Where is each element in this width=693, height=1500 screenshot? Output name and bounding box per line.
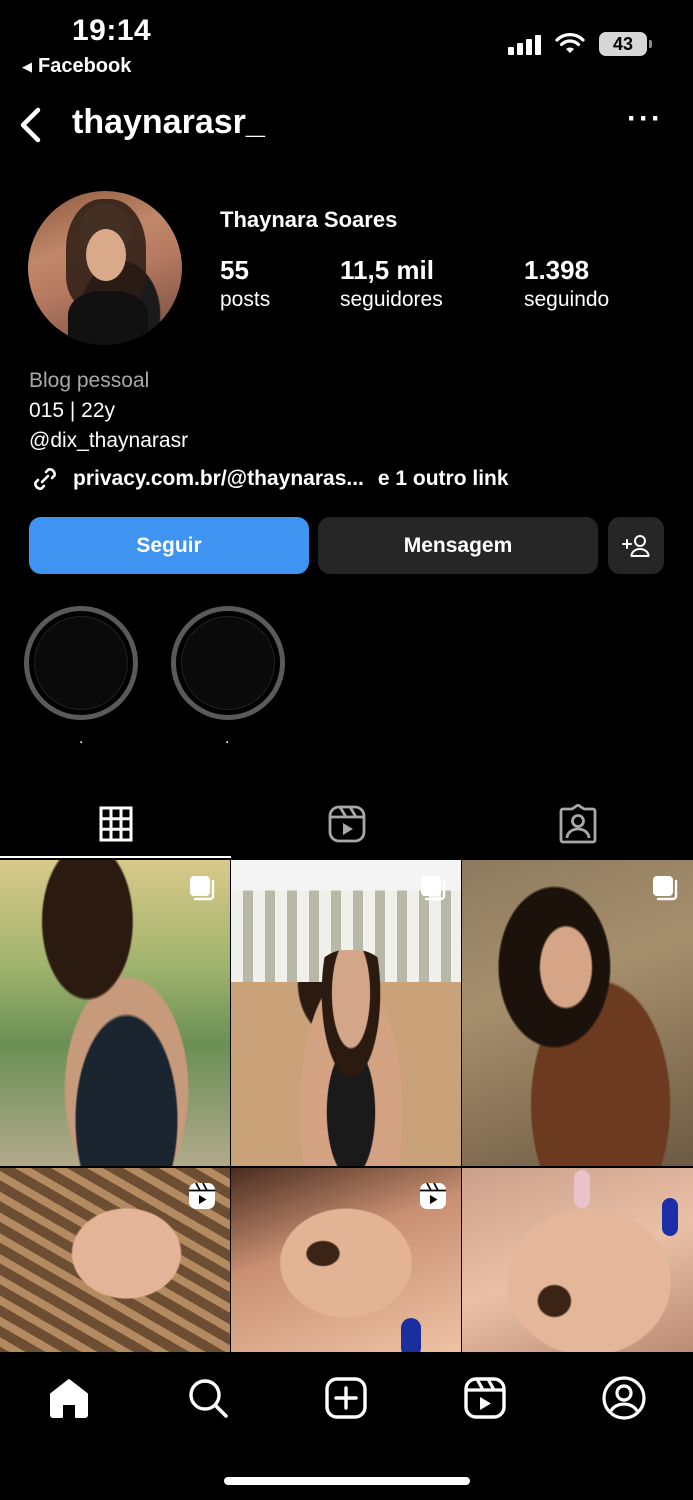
wifi-icon (555, 33, 585, 53)
more-options-icon[interactable]: ··· (627, 104, 663, 134)
posts-count-label: posts (220, 288, 271, 311)
search-icon (189, 1379, 228, 1418)
back-app-label: Facebook (38, 55, 132, 77)
tab-tagged[interactable] (462, 790, 693, 858)
status-bar: 19:14 ◀ Facebook 43 (0, 0, 693, 90)
link-icon (34, 468, 56, 490)
profile-link-row[interactable]: privacy.com.br/@thaynaras... e 1 outro l… (29, 463, 509, 495)
following-count[interactable]: 1.398 seguindo (524, 255, 609, 312)
profile-category: Blog pessoal (29, 369, 150, 392)
home-indicator[interactable] (224, 1477, 470, 1485)
message-button[interactable]: Mensagem (318, 517, 598, 574)
post-thumbnail[interactable] (231, 860, 461, 1166)
reel-icon (420, 1182, 446, 1209)
back-arrow-icon[interactable] (14, 105, 48, 145)
cellular-signal-icon (508, 33, 541, 55)
create-icon (325, 1377, 367, 1419)
profile-bio: Blog pessoal 015 | 22y @dix_thaynarasr (29, 366, 188, 456)
story-highlight[interactable] (171, 606, 285, 720)
carousel-icon (190, 876, 215, 901)
add-person-icon (622, 534, 650, 557)
posts-count[interactable]: 55 posts (220, 255, 340, 312)
story-highlight-label: . (79, 730, 84, 747)
following-count-value: 1.398 (524, 255, 590, 285)
profile-link-url[interactable]: privacy.com.br/@thaynaras... (73, 467, 364, 491)
back-triangle-icon: ◀ (22, 58, 32, 74)
followers-count-value: 11,5 mil (340, 255, 434, 285)
status-icons: 43 (508, 32, 652, 56)
home-icon (50, 1379, 88, 1418)
nav-profile[interactable] (600, 1374, 648, 1422)
profile-display-name: Thaynara Soares (220, 207, 398, 232)
more-links-label[interactable]: e 1 outro link (378, 467, 509, 491)
bio-mention-link[interactable]: @dix_thaynarasr (29, 426, 188, 456)
nav-home[interactable] (45, 1374, 93, 1422)
profile-username: thaynarasr_ (72, 103, 265, 141)
tagged-user-icon (559, 804, 596, 844)
posts-grid (0, 860, 693, 1358)
post-thumbnail[interactable] (0, 1168, 230, 1358)
profile-icon (602, 1376, 646, 1420)
reel-icon (189, 1182, 215, 1209)
post-thumbnail[interactable] (231, 1168, 461, 1358)
profile-tabs (0, 790, 693, 858)
tab-reels[interactable] (231, 790, 462, 858)
story-highlight-label: . (225, 730, 230, 747)
story-highlight[interactable] (24, 606, 138, 720)
posts-count-value: 55 (220, 255, 249, 285)
following-count-label: seguindo (524, 288, 610, 311)
nav-search[interactable] (184, 1374, 232, 1422)
carousel-icon (421, 876, 446, 901)
profile-stats: 55 posts 11,5 mil seguidores 1.398 segui… (220, 255, 609, 312)
nav-create[interactable] (322, 1374, 370, 1422)
nav-reels[interactable] (461, 1374, 509, 1422)
post-thumbnail[interactable] (0, 860, 230, 1166)
follow-button[interactable]: Seguir (29, 517, 309, 574)
reels-icon (328, 805, 365, 843)
battery-indicator: 43 (599, 32, 652, 56)
suggested-accounts-button[interactable] (608, 517, 664, 574)
reels-icon (464, 1377, 506, 1419)
profile-avatar[interactable] (28, 191, 182, 345)
carousel-icon (653, 876, 678, 901)
bio-line: 015 | 22y (29, 399, 116, 422)
tab-posts-grid[interactable] (0, 790, 231, 858)
post-thumbnail[interactable] (462, 860, 693, 1166)
followers-count-label: seguidores (340, 288, 443, 311)
followers-count[interactable]: 11,5 mil seguidores (340, 255, 524, 312)
profile-header: thaynarasr_ ··· (0, 95, 693, 155)
status-time: 19:14 (72, 14, 152, 47)
grid-icon (99, 806, 132, 842)
back-to-app-link[interactable]: ◀ Facebook (22, 55, 131, 78)
post-thumbnail[interactable] (462, 1168, 693, 1358)
